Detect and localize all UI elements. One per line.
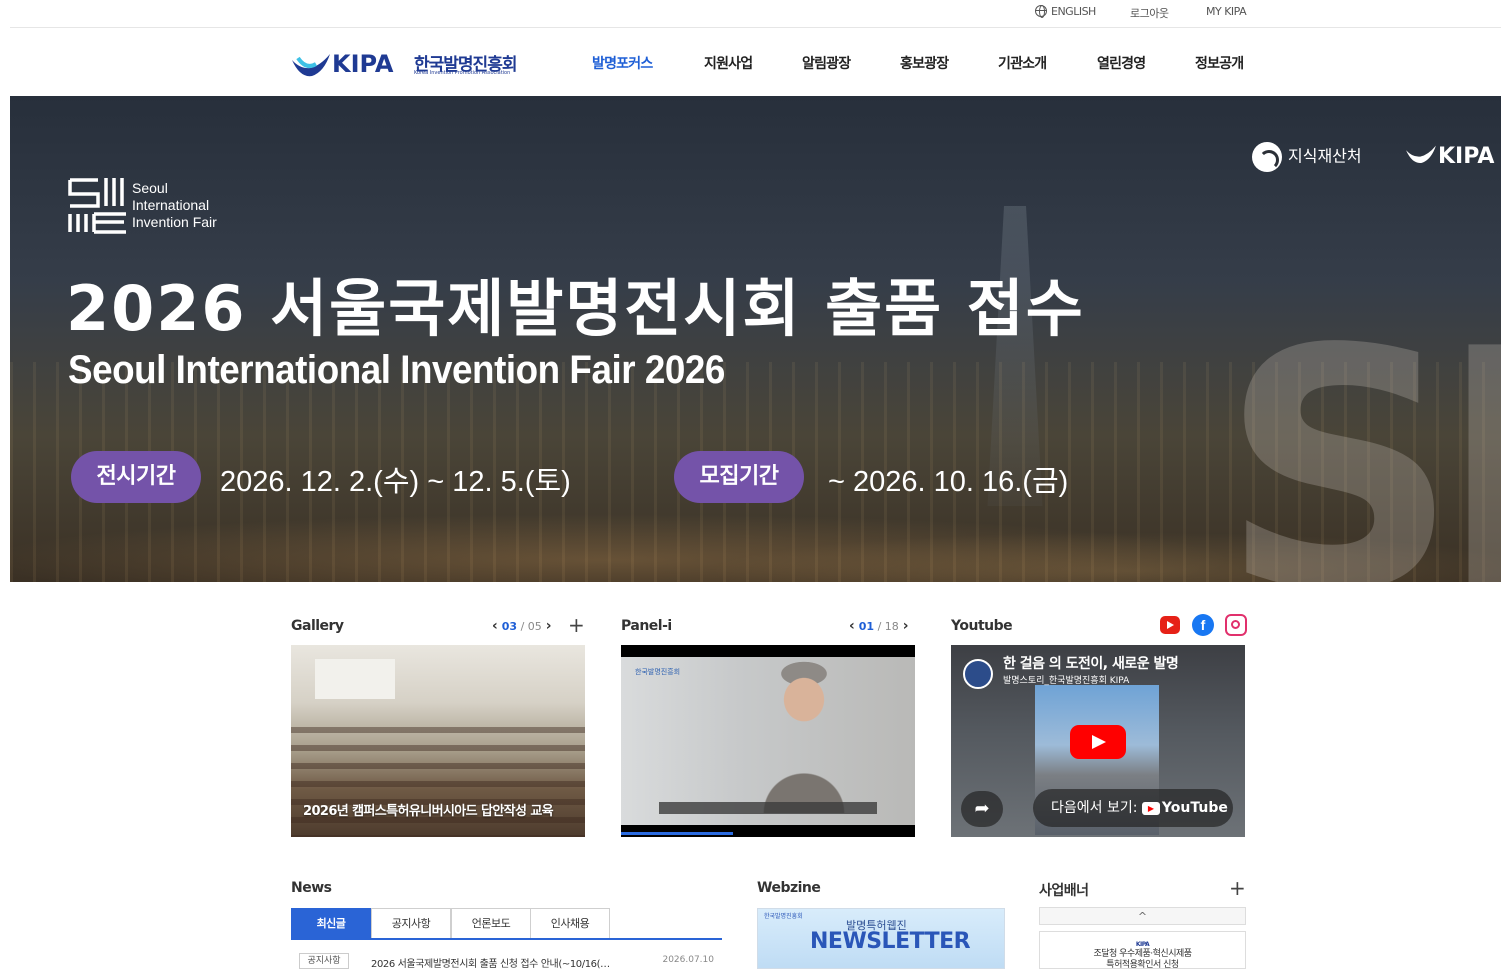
interviewee-figure xyxy=(749,651,859,813)
panel-pager: ‹ 01 / 18 › xyxy=(849,618,909,634)
audience-rows xyxy=(291,727,585,837)
instagram-icon[interactable] xyxy=(1225,614,1247,636)
tab-press[interactable]: 언론보도 xyxy=(451,908,531,939)
site-logo[interactable]: KIPA 한국발명진흥회 Korea Invention Promotion A… xyxy=(290,48,520,80)
hero-banner[interactable]: SI Seoul International Invention Fair 지식… xyxy=(10,96,1501,582)
exhibition-period-badge: 전시기간 xyxy=(71,451,201,503)
watch-brand: YouTube xyxy=(1161,800,1228,816)
channel-avatar[interactable] xyxy=(963,659,993,689)
gallery-prev-button[interactable]: ‹ xyxy=(492,618,498,634)
panel-prev-button[interactable]: ‹ xyxy=(849,618,855,634)
logout-link[interactable]: 로그아웃 xyxy=(1130,5,1169,21)
banner-line-2: 특허적용확인서 신청 xyxy=(1106,960,1179,969)
youtube-embed[interactable]: 한 걸음 의 도전이, 새로운 발명 발명스토리_한국발명진흥회 KIPA ➦ … xyxy=(951,645,1245,837)
hero-title: 2026 서울국제발명전시회 출품 접수 xyxy=(66,272,1085,345)
gallery-current: 03 xyxy=(501,620,518,633)
tab-latest[interactable]: 최신글 xyxy=(291,908,371,939)
gallery-thumbnail[interactable]: 2026년 캠퍼스특허유니버시아드 답안작성 교육 xyxy=(291,645,585,837)
kipa-logo-icon xyxy=(292,54,330,77)
watch-on-youtube-button[interactable]: 다음에서 보기: ▶ YouTube xyxy=(1033,789,1233,827)
gallery-more-button[interactable]: + xyxy=(568,615,585,635)
panel-title: Panel-i xyxy=(621,618,672,634)
partner-kipa-label: KIPA xyxy=(1438,144,1495,169)
youtube-icon[interactable] xyxy=(1160,616,1180,634)
banner-line-1: 조달청 우수제품·혁신시제품 xyxy=(1093,949,1192,959)
gallery-caption: 2026년 캠퍼스특허유니버시아드 답안작성 교육 xyxy=(303,804,554,819)
banner-more-button[interactable]: + xyxy=(1229,878,1246,898)
exhibition-period-value: 2026. 12. 2.(수) ~ 12. 5.(토) xyxy=(220,466,571,498)
webzine-brand: 한국발명진흥회 xyxy=(764,913,803,920)
panel-current: 01 xyxy=(858,620,875,633)
english-link[interactable]: ENGLISH xyxy=(1035,5,1096,18)
kipa-white-logo-icon xyxy=(1406,145,1436,164)
youtube-title: Youtube xyxy=(951,618,1013,634)
nav-item-invention-focus[interactable]: 발명포커스 xyxy=(592,53,653,73)
banner-title: 사업배너 xyxy=(1039,883,1089,899)
utility-bar: ENGLISH 로그아웃 MY KIPA xyxy=(10,0,1501,28)
nav-item-disclosure[interactable]: 정보공개 xyxy=(1195,53,1244,73)
webzine-banner[interactable]: 한국발명진흥회 발명특허웹진 NEWSLETTER xyxy=(757,908,1005,969)
projector-screen xyxy=(315,659,395,699)
banner-kipa-label: KIPA xyxy=(1135,941,1150,948)
gallery-title: Gallery xyxy=(291,618,344,634)
nav-item-support[interactable]: 지원사업 xyxy=(704,53,753,73)
nav-item-notice[interactable]: 알림광장 xyxy=(802,53,851,73)
chevron-up-icon: ^ xyxy=(1137,910,1148,923)
recruitment-period-badge: 모집기간 xyxy=(674,451,804,503)
logo-english: Korea Invention Promotion Association xyxy=(414,70,511,76)
fair-watermark: SI xyxy=(1220,279,1501,582)
globe-icon xyxy=(1035,5,1047,18)
panel-next-button[interactable]: › xyxy=(903,618,909,634)
gallery-next-button[interactable]: › xyxy=(546,618,552,634)
fair-logo-icon xyxy=(68,178,126,234)
fair-name-line: Seoul xyxy=(132,180,168,196)
mykipa-link[interactable]: MY KIPA xyxy=(1206,5,1247,18)
nav-item-pr[interactable]: 홍보광장 xyxy=(900,53,949,73)
nav-item-about[interactable]: 기관소개 xyxy=(998,53,1047,73)
recruitment-period-value: ~ 2026. 10. 16.(금) xyxy=(828,466,1069,498)
share-icon[interactable]: ➦ xyxy=(961,791,1003,827)
video-progress-bar[interactable] xyxy=(621,832,733,835)
watch-label: 다음에서 보기: xyxy=(1051,800,1138,816)
fair-name-line: International xyxy=(132,197,210,213)
gallery-pager: ‹ 03 / 05 › xyxy=(492,618,552,634)
webzine-title: Webzine xyxy=(757,880,821,896)
banner-up-button[interactable]: ^ xyxy=(1039,907,1246,925)
youtube-logo-icon: ▶ xyxy=(1141,802,1160,815)
facebook-icon[interactable]: f xyxy=(1192,614,1214,636)
news-item-title[interactable]: 2026 서울국제발명전시회 출품 신청 접수 안내(~10/16(… xyxy=(371,955,610,970)
news-title: News xyxy=(291,880,332,896)
nav-item-open-management[interactable]: 열린경영 xyxy=(1097,53,1146,73)
youtube-video-title[interactable]: 한 걸음 의 도전이, 새로운 발명 xyxy=(1003,653,1179,673)
gallery-total: 05 xyxy=(527,620,542,633)
partner-kipo-label: 지식재산처 xyxy=(1288,146,1362,166)
news-category: 공지사항 xyxy=(299,953,349,969)
play-icon[interactable] xyxy=(1070,725,1126,759)
tab-recruitment[interactable]: 인사채용 xyxy=(530,908,610,939)
subtitle-bar xyxy=(659,802,877,814)
panel-video-thumbnail[interactable]: 한국발명진흥회 xyxy=(621,645,915,837)
logo-mark: KIPA xyxy=(332,50,394,78)
panel-total: 18 xyxy=(884,620,899,633)
hero-subtitle: Seoul International Invention Fair 2026 xyxy=(68,348,725,392)
kipo-icon xyxy=(1252,142,1282,172)
panel-brand: 한국발명진흥회 xyxy=(635,668,681,676)
tabs-underline xyxy=(291,938,722,940)
youtube-channel-name[interactable]: 발명스토리_한국발명진흥회 KIPA xyxy=(1003,673,1129,686)
fair-name-line: Invention Fair xyxy=(132,214,217,230)
business-banner-item[interactable]: KIPA 조달청 우수제품·혁신시제품 특허적용확인서 신청 xyxy=(1039,931,1246,969)
news-date: 2026.07.10 xyxy=(662,955,714,965)
webzine-newsletter: NEWSLETTER xyxy=(810,929,971,954)
partner-logo-kipo: 지식재산처 xyxy=(1252,142,1362,172)
list-item[interactable]: 공지사항 2026 서울국제발명전시회 출품 신청 접수 안내(~10/16(…… xyxy=(291,953,722,970)
english-label: ENGLISH xyxy=(1051,5,1096,18)
tab-notices[interactable]: 공지사항 xyxy=(371,908,451,939)
fair-name: Seoul International Invention Fair xyxy=(132,180,217,231)
partner-logo-kipa: KIPA xyxy=(1404,144,1494,169)
